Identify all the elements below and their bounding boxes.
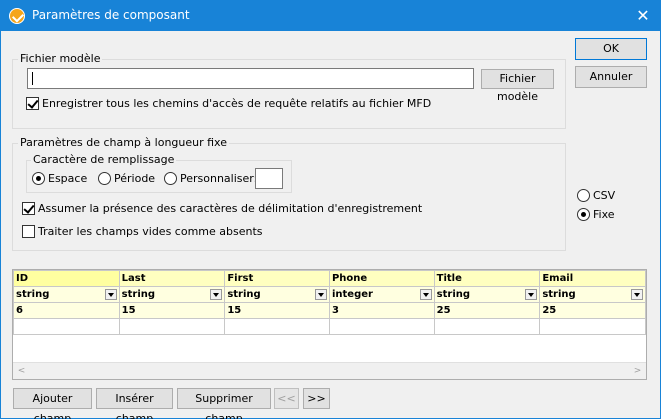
text-caret [32, 72, 33, 85]
format-csv-label: CSV [593, 189, 616, 202]
fill-custom-label: Personnaliser: [180, 172, 258, 185]
empty-row [13, 318, 646, 335]
field-length-cell[interactable]: 6 [13, 302, 120, 319]
fill-space-label: Espace [48, 172, 88, 185]
chevron-down-icon[interactable] [631, 289, 643, 300]
delete-field-button[interactable]: Supprimer champ [177, 388, 271, 419]
empty-cell[interactable] [224, 318, 330, 335]
format-fixed-radio[interactable] [577, 208, 590, 221]
chevron-down-icon[interactable] [525, 289, 538, 300]
field-type-value: string [16, 289, 50, 300]
fill-period-radio[interactable] [98, 172, 111, 185]
field-length-cell[interactable]: 15 [224, 302, 330, 319]
field-type-cell[interactable]: string [539, 286, 646, 303]
move-field-right-button[interactable]: >> [303, 388, 330, 409]
record-delimiters-checkbox[interactable] [22, 202, 35, 215]
field-name-cell[interactable]: First [224, 270, 330, 287]
field-type-cell[interactable]: integer [328, 286, 435, 303]
template-file-group-label: Fichier modèle [18, 52, 103, 65]
scroll-right-icon[interactable]: > [629, 363, 646, 379]
field-type-cell[interactable]: string [118, 286, 226, 303]
field-type-value: string [542, 289, 576, 300]
format-csv-radio[interactable] [577, 189, 590, 202]
empty-cell[interactable] [433, 318, 541, 335]
app-logo-icon [9, 8, 25, 24]
chevron-down-icon[interactable] [210, 289, 223, 300]
cancel-button[interactable]: Annuler [575, 66, 647, 88]
template-file-path-input[interactable] [27, 68, 474, 89]
field-type-cell[interactable]: string [13, 286, 120, 303]
scroll-left-icon[interactable]: < [13, 363, 30, 379]
fill-custom-input[interactable] [255, 168, 283, 189]
field-type-value: integer [331, 289, 373, 300]
chevron-down-icon[interactable] [419, 289, 432, 300]
fill-space-radio[interactable] [32, 172, 45, 185]
field-name-cell[interactable]: Title [433, 270, 541, 287]
field-length-cell[interactable]: 25 [433, 302, 541, 319]
record-delimiters-label: Assumer la présence des caractères de dé… [38, 202, 423, 215]
field-name-cell[interactable]: ID [13, 270, 120, 287]
field-name-cell[interactable]: Last [118, 270, 226, 287]
empty-cell[interactable] [328, 318, 435, 335]
empty-cell[interactable] [118, 318, 226, 335]
ok-button[interactable]: OK [575, 38, 647, 60]
horizontal-scrollbar[interactable]: < > [13, 362, 646, 379]
fill-custom-radio[interactable] [164, 172, 177, 185]
close-icon[interactable]: ✕ [632, 5, 654, 27]
window-title: Paramètres de composant [32, 8, 190, 22]
empty-fields-label: Traiter les champs vides comme absents [38, 225, 263, 238]
field-length-cell[interactable]: 3 [328, 302, 435, 319]
field-name-cell[interactable]: Email [539, 270, 646, 287]
insert-field-button[interactable]: Insérer champ [96, 388, 173, 419]
relative-paths-checkbox[interactable] [26, 97, 39, 110]
component-settings-dialog: Paramètres de composant ✕ OK Annuler Fic… [0, 0, 661, 419]
chevron-down-icon[interactable] [104, 289, 117, 300]
format-fixed-label: Fixe [593, 208, 615, 221]
field-length-cell[interactable]: 15 [118, 302, 226, 319]
fixed-length-group-label: Paramètres de champ à longueur fixe [18, 136, 229, 149]
fields-table: ID Last First Phone Title Email string s… [13, 270, 646, 335]
field-length-cell[interactable]: 25 [539, 302, 646, 319]
empty-cell[interactable] [539, 318, 646, 335]
relative-paths-label: Enregistrer tous les chemins d'accès de … [42, 97, 432, 110]
move-field-left-button[interactable]: << [274, 388, 299, 409]
field-name-row: ID Last First Phone Title Email [13, 270, 646, 287]
template-file-browse-button[interactable]: Fichier modèle [481, 69, 554, 103]
field-type-row: string string string integer string stri… [13, 286, 646, 303]
add-field-button[interactable]: Ajouter champ [13, 388, 92, 419]
field-type-value: string [436, 289, 471, 300]
field-type-value: string [227, 289, 261, 300]
field-length-row: 6 15 15 3 25 25 [13, 302, 646, 319]
chevron-down-icon[interactable] [314, 289, 327, 300]
field-type-cell[interactable]: string [433, 286, 541, 303]
field-name-cell[interactable]: Phone [328, 270, 435, 287]
empty-cell[interactable] [13, 318, 120, 335]
fill-period-label: Période [114, 172, 156, 185]
empty-fields-checkbox[interactable] [22, 225, 35, 238]
fill-char-group-label: Caractère de remplissage [31, 153, 177, 166]
title-bar: Paramètres de composant ✕ [1, 1, 660, 31]
field-type-cell[interactable]: string [224, 286, 330, 303]
fields-grid[interactable]: ID Last First Phone Title Email string s… [12, 269, 647, 380]
field-type-value: string [121, 289, 156, 300]
